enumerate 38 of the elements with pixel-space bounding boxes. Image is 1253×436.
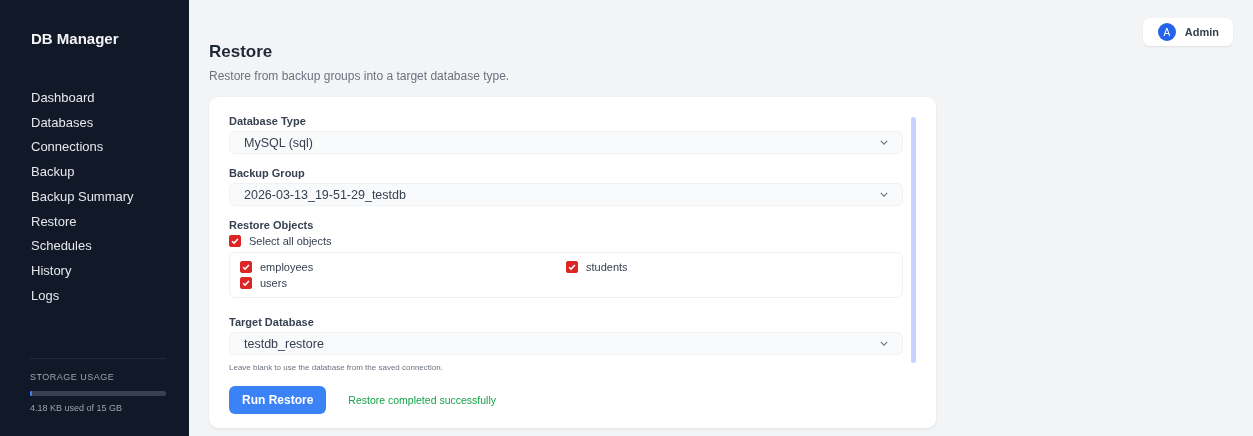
select-field[interactable]: 2026-03-13_19-51-29_testdb	[229, 183, 903, 206]
status-message: Restore completed successfully	[348, 394, 496, 406]
avatar: A	[1157, 23, 1176, 41]
sidebar-item[interactable]: History	[31, 261, 72, 281]
checkbox-label: students	[586, 261, 628, 273]
sidebar-item[interactable]: Connections	[31, 138, 104, 158]
checkbox-label: Select all objects	[249, 235, 332, 247]
sidebar-item[interactable]: Schedules	[31, 237, 92, 256]
checkbox[interactable]	[229, 235, 241, 247]
user-name: Admin	[1184, 26, 1219, 38]
sidebar-item[interactable]: Databases	[31, 113, 94, 133]
field-hint: Leave blank to use the database from the saved connection.	[229, 363, 444, 372]
checkbox[interactable]	[566, 261, 578, 273]
sidebar-item[interactable]: Dashboard	[31, 89, 95, 108]
chevron-down-icon	[880, 140, 888, 145]
checkbox-label: employees	[260, 261, 314, 273]
field-label: Target Database	[229, 316, 315, 328]
page-title: Restore	[209, 42, 274, 62]
chevron-down-icon	[880, 341, 888, 346]
user-button[interactable]: A Admin	[1142, 18, 1233, 46]
run-restore-button[interactable]: Run Restore	[229, 386, 327, 414]
checkbox-label: users	[260, 277, 287, 289]
select-field[interactable]: MySQL (sql)	[229, 131, 903, 154]
storage-title: STORAGE USAGE	[30, 372, 116, 382]
storage-reading: 4.18 KB used of 15 GB	[30, 403, 124, 413]
field-label: Backup Group	[229, 167, 306, 179]
sidebar-item[interactable]: Backup Summary	[31, 187, 134, 207]
field-label: Database Type	[229, 115, 307, 127]
checkbox[interactable]	[240, 261, 252, 273]
app-title: DB Manager	[31, 30, 120, 47]
sidebar-item[interactable]: Backup	[31, 163, 75, 182]
chevron-down-icon	[880, 192, 888, 197]
page-subtitle: Restore from backup groups into a target database type.	[209, 69, 510, 83]
select-field[interactable]: testdb_restore	[229, 332, 903, 355]
checkbox[interactable]	[240, 277, 252, 289]
sidebar-item[interactable]: Restore	[31, 212, 77, 232]
field-label: Restore Objects	[229, 219, 315, 231]
sidebar-item[interactable]: Logs	[31, 286, 60, 306]
